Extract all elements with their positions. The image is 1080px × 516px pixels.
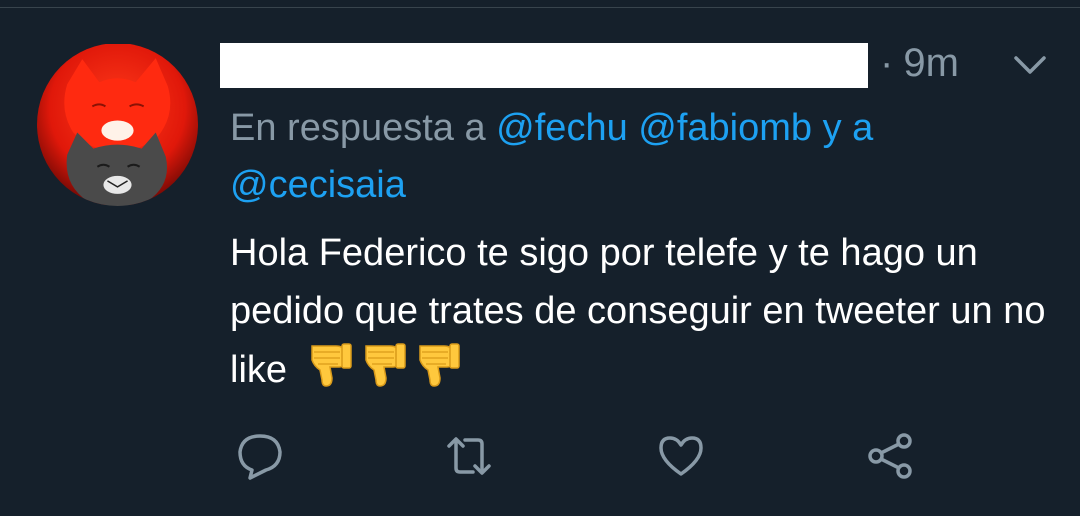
top-divider xyxy=(0,7,1080,8)
tweet-meta: · 9m xyxy=(880,36,959,90)
retweet-button[interactable] xyxy=(443,430,495,482)
thumbs-down-emoji xyxy=(358,340,408,390)
mention-link[interactable]: @cecisaia xyxy=(230,164,406,206)
tweet-card[interactable]: · 9m En respuesta a @fechu @fabiomb y a @… xyxy=(0,0,1080,516)
thumbs-down-emoji xyxy=(412,340,462,390)
share-icon xyxy=(868,433,912,479)
display-name-redacted[interactable] xyxy=(220,43,868,88)
like-button[interactable] xyxy=(655,430,707,482)
reply-icon xyxy=(238,434,282,480)
avatar[interactable] xyxy=(37,43,198,206)
thumbs-down-emoji xyxy=(304,340,354,390)
like-icon xyxy=(659,436,703,476)
timestamp[interactable]: 9m xyxy=(903,41,959,85)
action-bar xyxy=(0,430,1080,486)
reply-and[interactable]: y a xyxy=(823,107,874,149)
reply-prefix: En respuesta a xyxy=(230,107,486,149)
tweet-text: Hola Federico te sigo por telefe y te ha… xyxy=(230,224,1050,407)
reply-button[interactable] xyxy=(234,430,286,482)
avatar-image xyxy=(37,44,198,206)
chevron-down-icon[interactable] xyxy=(1010,50,1050,82)
emoji-group xyxy=(304,340,466,407)
reply-context: En respuesta a @fechu @fabiomb y a @ceci… xyxy=(230,100,1050,214)
mention-link[interactable]: @fabiomb xyxy=(638,107,812,149)
retweet-icon xyxy=(447,437,491,475)
mention-link[interactable]: @fechu xyxy=(496,107,628,149)
share-button[interactable] xyxy=(864,430,916,482)
time-separator: · xyxy=(880,41,894,85)
